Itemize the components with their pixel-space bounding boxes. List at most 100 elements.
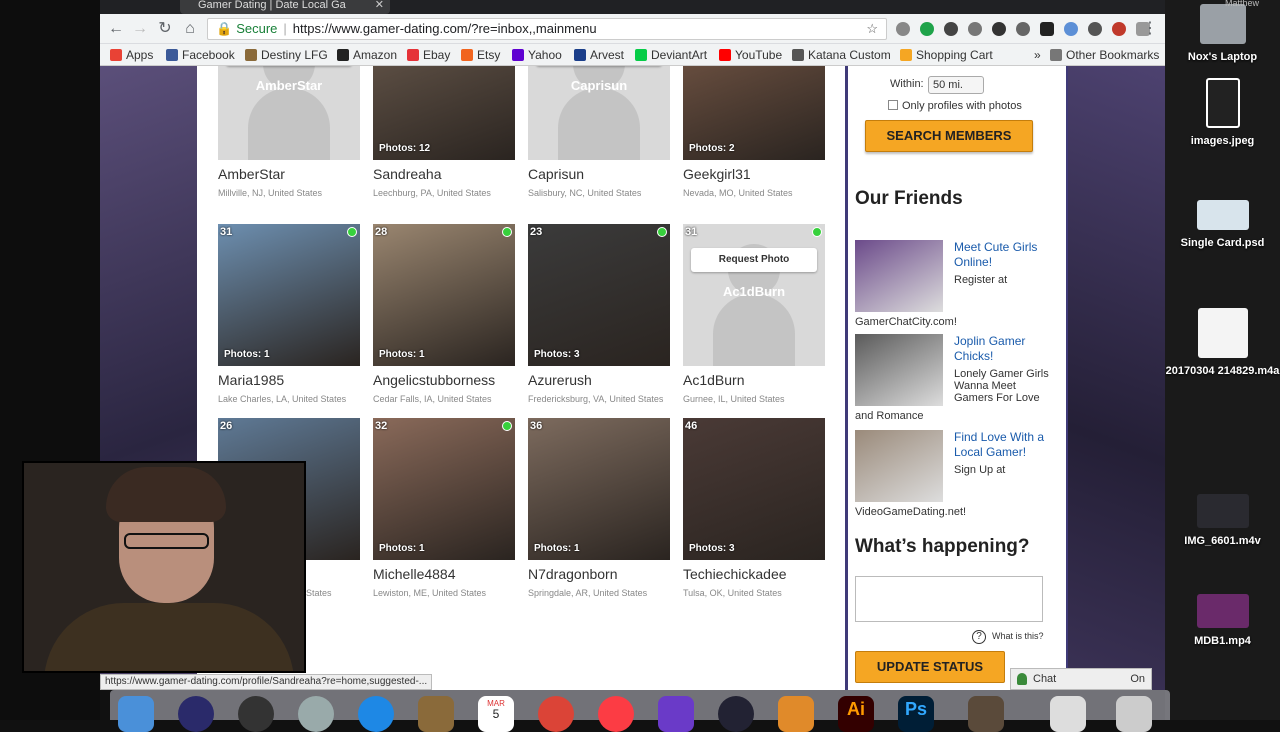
profile-photo[interactable]: 28 Photos: 1 xyxy=(373,224,515,366)
dashboard-icon[interactable] xyxy=(238,696,274,732)
profile-card[interactable]: 46 Photos: 3 Techiechickadee Tulsa, OK, Uni… xyxy=(683,418,825,618)
profile-photo-placeholder[interactable]: Request Photo Ac1dBurn 31 xyxy=(683,224,825,366)
bookmark-apps[interactable]: Apps xyxy=(110,47,153,63)
bookmark-arvest[interactable]: Arvest xyxy=(574,47,624,63)
profile-username[interactable]: Geekgirl31 xyxy=(683,166,751,182)
contacts-icon[interactable] xyxy=(418,696,454,732)
profile-photo[interactable]: 23 Photos: 3 xyxy=(528,224,670,366)
friend-ad-source[interactable]: VideoGameDating.net! xyxy=(855,506,966,518)
imovie-star-icon[interactable] xyxy=(658,696,694,732)
desktop-icon-laptop[interactable]: Nox's Laptop xyxy=(1165,4,1280,64)
profile-username[interactable]: Caprisun xyxy=(528,166,584,182)
profile-photo-placeholder[interactable]: Request PhotoCaprisun xyxy=(528,66,670,160)
profile-card[interactable]: 36 Photos: 1 N7dragonborn Springdale, AR, U… xyxy=(528,418,670,618)
photoshop-icon[interactable]: Ps xyxy=(898,696,934,732)
trash-icon[interactable] xyxy=(1116,696,1152,732)
profile-photo[interactable]: 46 Photos: 3 xyxy=(683,418,825,560)
extension-icon[interactable] xyxy=(896,22,910,36)
app-store-icon[interactable] xyxy=(358,696,394,732)
tab-close-icon[interactable]: ✕ xyxy=(375,0,384,11)
profile-card[interactable]: Request PhotoAmberStarAmberStarMillville… xyxy=(218,66,360,218)
bookmark-deviantart[interactable]: DeviantArt xyxy=(635,47,707,63)
extension-icon[interactable] xyxy=(944,22,958,36)
profile-photo[interactable]: 36 Photos: 1 xyxy=(528,418,670,560)
chat-widget[interactable]: Chat On xyxy=(1010,668,1152,690)
checkbox-icon[interactable] xyxy=(888,100,898,110)
bookmark-etsy[interactable]: Etsy xyxy=(461,47,500,63)
profile-username[interactable]: N7dragonborn xyxy=(528,566,618,582)
browser-tab[interactable]: Gamer Dating | Date Local Ga ✕ xyxy=(180,0,390,14)
friend-ad-title[interactable]: Meet Cute Girls Online! xyxy=(954,240,1049,270)
distance-select[interactable]: 50 mi. xyxy=(928,76,984,94)
bookmark-destiny-lfg[interactable]: Destiny LFG xyxy=(245,47,328,63)
address-bar[interactable]: 🔒 Secure | https://www.gamer-dating.com/?re… xyxy=(207,18,887,40)
profile-card[interactable]: Photos: 12 Sandreaha Leechburg, PA, United… xyxy=(373,66,515,218)
friend-ad-source[interactable]: GamerChatCity.com! xyxy=(855,316,957,328)
cinema-4d-icon[interactable] xyxy=(718,696,754,732)
desktop-icon-psd[interactable]: Single Card.psd xyxy=(1165,200,1280,250)
bookmark-youtube[interactable]: YouTube xyxy=(719,47,782,63)
extension-icon[interactable] xyxy=(968,22,982,36)
search-members-button[interactable]: SEARCH MEMBERS xyxy=(865,120,1033,152)
browser-menu-icon[interactable]: ⋮ xyxy=(1140,19,1160,39)
desktop-icon-images[interactable]: images.jpeg xyxy=(1165,78,1280,148)
only-photos-checkbox[interactable]: Only profiles with photos xyxy=(888,100,1022,112)
profile-card[interactable]: Request Photo Ac1dBurn 31 Ac1dBurn Gurnee, I… xyxy=(683,224,825,424)
profile-card[interactable]: 23 Photos: 3 Azurerush Fredericksburg, VA, … xyxy=(528,224,670,424)
profile-photo[interactable]: Photos: 2 xyxy=(683,66,825,160)
profile-photo[interactable]: 31 Photos: 1 xyxy=(218,224,360,366)
friend-ad-image[interactable] xyxy=(855,334,943,406)
status-textarea[interactable] xyxy=(855,576,1043,622)
desktop-icon-m4v[interactable]: IMG_6601.m4v xyxy=(1165,494,1280,548)
profile-card[interactable]: Request PhotoCaprisunCaprisunSalisbury, … xyxy=(528,66,670,218)
dropbox-extension-icon[interactable] xyxy=(1064,22,1078,36)
profile-username[interactable]: AmberStar xyxy=(218,166,285,182)
document-icon[interactable] xyxy=(1050,696,1086,732)
extension-icon[interactable] xyxy=(1112,22,1126,36)
profile-username[interactable]: Angelicstubborness xyxy=(373,372,495,388)
bookmark-facebook[interactable]: Facebook xyxy=(166,47,235,63)
grammarly-extension-icon[interactable] xyxy=(920,22,934,36)
profile-photo[interactable]: Photos: 12 xyxy=(373,66,515,160)
siri-icon[interactable] xyxy=(178,696,214,732)
profile-username[interactable]: Techiechickadee xyxy=(683,566,787,582)
friend-ad-title[interactable]: Joplin Gamer Chicks! xyxy=(954,334,1049,364)
bookmark-yahoo[interactable]: Yahoo xyxy=(512,47,562,63)
friend-ad-source[interactable]: and Romance xyxy=(855,410,924,422)
reload-icon[interactable]: ↻ xyxy=(155,19,175,39)
bookmark-amazon[interactable]: Amazon xyxy=(337,47,397,63)
extension-icon[interactable] xyxy=(1016,22,1030,36)
profile-card[interactable]: Photos: 2 Geekgirl31 Nevada, MO, United St… xyxy=(683,66,825,218)
profile-card[interactable]: 32 Photos: 1 Michelle4884 Lewiston, ME, Uni… xyxy=(373,418,515,618)
request-photo-button[interactable]: Request Photo xyxy=(691,248,817,272)
profile-username[interactable]: Azurerush xyxy=(528,372,592,388)
update-status-button[interactable]: UPDATE STATUS xyxy=(855,651,1005,683)
profile-username[interactable]: Maria1985 xyxy=(218,372,284,388)
bookmark-star-icon[interactable]: ☆ xyxy=(866,19,878,39)
other-bookmarks-folder[interactable]: Other Bookmarks xyxy=(1050,47,1159,63)
profile-username[interactable]: Sandreaha xyxy=(373,166,442,182)
what-is-this-help[interactable]: ? What is this? xyxy=(972,630,1044,644)
extension-icon[interactable] xyxy=(992,22,1006,36)
calendar-icon[interactable]: MAR 5 xyxy=(478,696,514,732)
chrome-icon[interactable] xyxy=(538,696,574,732)
profile-card[interactable]: 28 Photos: 1 Angelicstubborness Cedar Falls… xyxy=(373,224,515,424)
profile-photo-placeholder[interactable]: Request PhotoAmberStar xyxy=(218,66,360,160)
bookmarks-more-chevron-icon[interactable]: » xyxy=(1034,47,1041,63)
film-app-icon[interactable] xyxy=(968,696,1004,732)
profile-card[interactable]: 31 Photos: 1 Maria1985 Lake Charles, LA, Un… xyxy=(218,224,360,424)
profile-username[interactable]: Ac1dBurn xyxy=(683,372,744,388)
desktop-icon-audio[interactable]: 20170304 214829.m4a xyxy=(1165,308,1280,378)
friend-ad-title[interactable]: Find Love With a Local Gamer! xyxy=(954,430,1049,460)
finder-icon[interactable] xyxy=(118,696,154,732)
launchpad-icon[interactable] xyxy=(298,696,334,732)
profile-username[interactable]: Michelle4884 xyxy=(373,566,456,582)
profile-photo[interactable]: 32 Photos: 1 xyxy=(373,418,515,560)
friend-ad-image[interactable] xyxy=(855,240,943,312)
back-icon[interactable]: ← xyxy=(106,19,126,39)
itunes-icon[interactable] xyxy=(598,696,634,732)
friend-ad-image[interactable] xyxy=(855,430,943,502)
bookmark-ebay[interactable]: Ebay xyxy=(407,47,450,63)
profile-user-name[interactable]: Matthew xyxy=(1225,0,1265,8)
extension-icon[interactable] xyxy=(1088,22,1102,36)
